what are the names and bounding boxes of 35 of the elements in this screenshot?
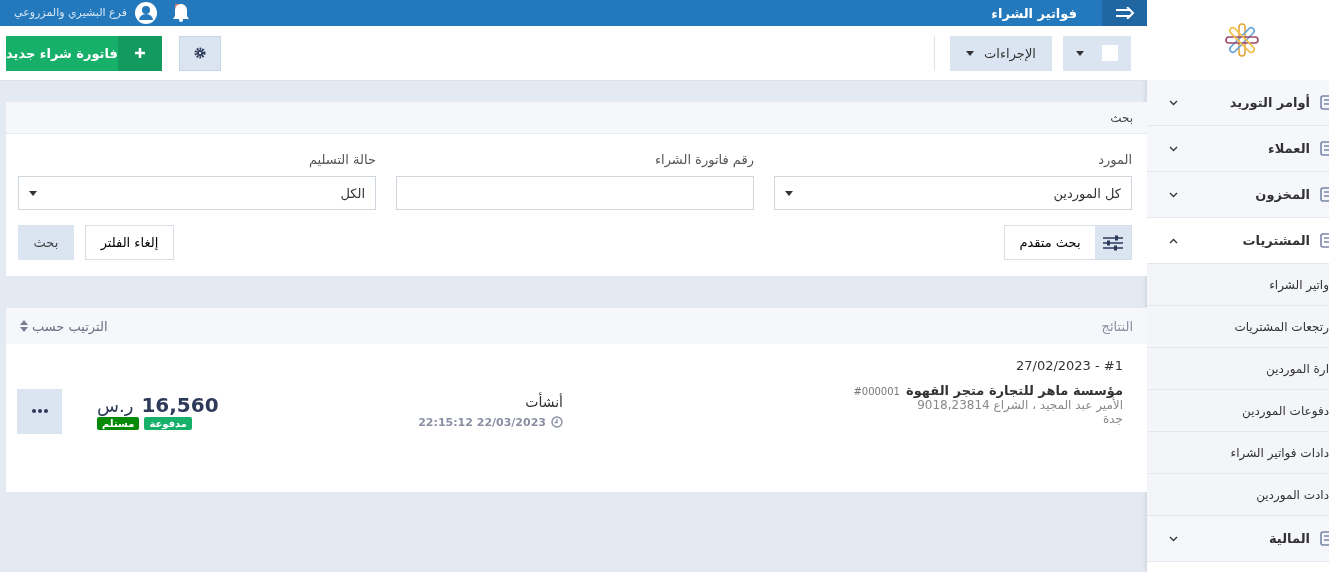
field-label: رقم فاتورة الشراء — [653, 152, 754, 167]
field-label: حالة التسليم — [307, 152, 376, 167]
sidebar-subitem[interactable]: ارة الموردين — [1147, 348, 1329, 390]
panel-title: بحث — [1110, 110, 1133, 125]
supplier-city: جدة — [1102, 412, 1123, 426]
field-label: المورد — [1097, 152, 1132, 167]
supplier-name: مؤسسة ماهر للتجارة متجر القهوة — [905, 383, 1123, 398]
sidebar-item[interactable]: المالية — [1147, 516, 1329, 562]
select-field[interactable]: كل الموردين — [774, 176, 1132, 210]
sidebar-item[interactable]: أوامر التوريد — [1147, 80, 1329, 126]
select-field[interactable]: الكل — [18, 176, 376, 210]
page-title: فواتير الشراء — [991, 5, 1077, 21]
invoice-amount: 16,560 — [141, 392, 219, 417]
invoice-code: #000001 — [853, 386, 900, 397]
supplier-address: الأمير عبد المجيد ، الشراع 9018,23814 — [917, 398, 1123, 412]
sidebar-subitem[interactable]: رتجعات المشتريات — [1147, 306, 1329, 348]
advanced-search-button[interactable]: بحث متقدم — [1004, 225, 1132, 260]
sidebar-item[interactable]: العملاء — [1147, 126, 1329, 172]
status-badge: مدفوعة — [144, 416, 193, 430]
sidebar-subitem[interactable]: واتير الشراء — [1147, 264, 1329, 306]
branch-name: فرع البشيري والمزروعي — [14, 6, 127, 19]
currency: ر.س — [97, 394, 134, 416]
actions-dropdown[interactable]: الإجراءات — [950, 35, 1052, 71]
invoice-number: 27/02/2023 - #1 — [1014, 358, 1123, 373]
sidebar-subitem[interactable]: دفوعات الموردين — [1147, 390, 1329, 432]
panel-title: النتائج — [1101, 318, 1133, 334]
status-badge: مستلم — [97, 416, 140, 430]
invoice-status: أنشأت — [524, 393, 563, 410]
sidebar-subitem[interactable]: دادت الموردين — [1147, 474, 1329, 516]
clear-filter-button[interactable]: إلغاء الفلتر — [85, 225, 174, 260]
sidebar-item[interactable]: المخزون — [1147, 172, 1329, 218]
sort-button[interactable]: الترتيب حسب — [20, 318, 108, 334]
sidebar-subitem[interactable]: دادات فواتير الشراء — [1147, 432, 1329, 474]
created-date: 22:15:12 22/03/2023 — [418, 415, 546, 429]
search-button[interactable]: بحث — [18, 225, 74, 260]
